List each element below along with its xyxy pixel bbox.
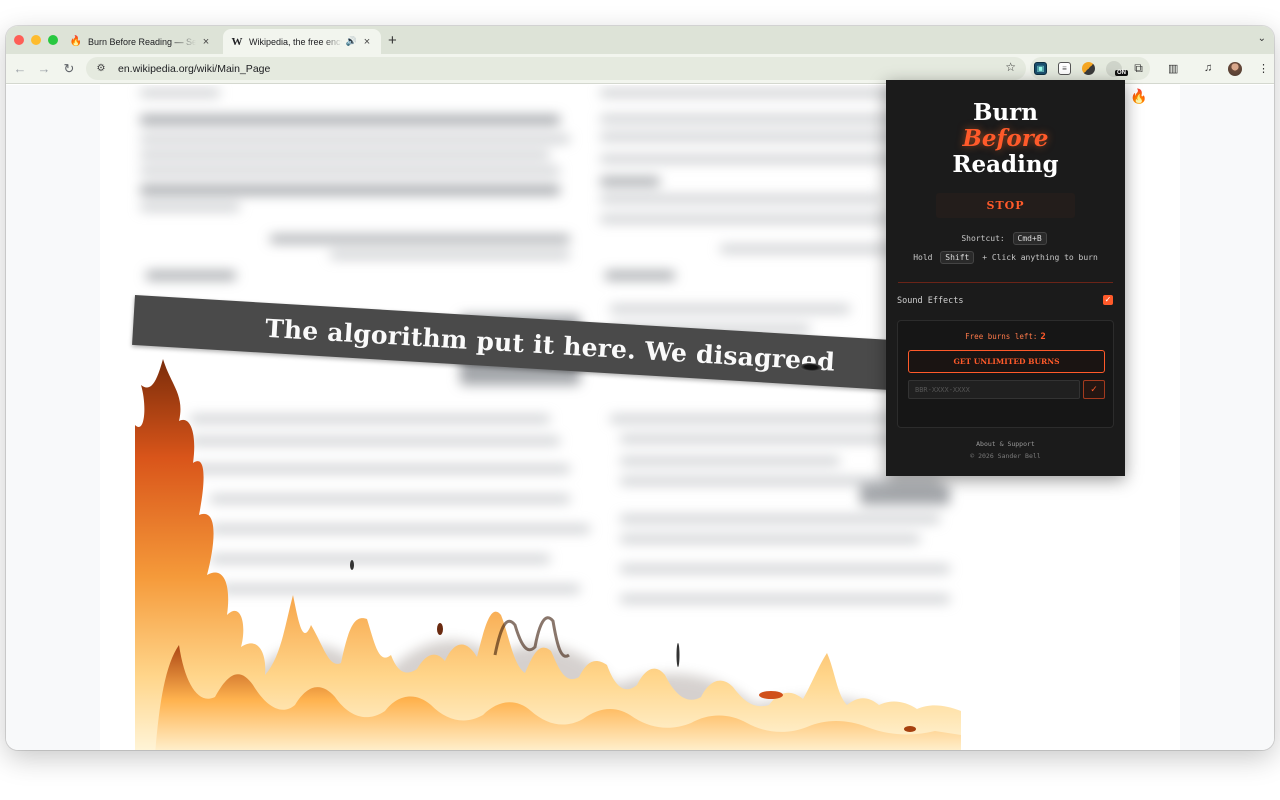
profile-avatar[interactable] xyxy=(1228,62,1242,76)
sound-effects-label: Sound Effects xyxy=(897,296,964,306)
tab-wikipedia[interactable]: W Wikipedia, the free encyclo 🔊 × xyxy=(223,29,381,54)
copyright-text: © 2026 Sander Bell xyxy=(970,452,1041,460)
new-tab-button[interactable]: + xyxy=(388,32,397,49)
extension-3-icon[interactable] xyxy=(1082,62,1095,75)
close-window-button[interactable] xyxy=(14,35,24,45)
back-arrow-icon[interactable]: ← xyxy=(12,61,28,76)
site-info-icon[interactable]: ⚙ xyxy=(94,62,108,76)
speaker-icon[interactable]: 🔊 xyxy=(346,36,357,47)
shortcut-label: Shortcut: xyxy=(961,234,1005,243)
free-burns-text: Free burns left: 2 xyxy=(898,332,1113,342)
zoom-window-button[interactable] xyxy=(48,35,58,45)
reload-icon[interactable]: ↻ xyxy=(61,61,77,77)
extension-on-badge: ON xyxy=(1115,70,1128,76)
tab-title: Wikipedia, the free encyclo xyxy=(249,36,342,47)
get-unlimited-burns-button[interactable]: GET UNLIMITED BURNS xyxy=(908,350,1105,373)
minimize-window-button[interactable] xyxy=(31,35,41,45)
forward-arrow-icon[interactable]: → xyxy=(36,61,52,76)
license-submit-button[interactable]: ✓ xyxy=(1083,380,1105,399)
media-control-icon[interactable]: ♫ xyxy=(1204,62,1212,74)
reader-extension-icon[interactable]: ≡ xyxy=(1058,62,1071,75)
reading-mode-icon[interactable]: ▥ xyxy=(1168,62,1178,75)
brand-word-burn: Burn xyxy=(972,99,1038,126)
browser-window: 🔥 Burn Before Reading — Set th × W Wikip… xyxy=(6,26,1274,750)
address-bar[interactable]: ⚙ en.wikipedia.org/wiki/Main_Page ☆ xyxy=(86,57,1026,80)
shortcut-hint: Shortcut: Cmd+B xyxy=(886,232,1125,245)
stop-button[interactable]: STOP xyxy=(936,193,1075,218)
extension-popup: Burn Before Reading STOP Shortcut: Cmd+B… xyxy=(886,80,1125,476)
sound-effects-checkbox[interactable]: ✓ xyxy=(1103,295,1113,305)
hold-hint: Hold Shift + Click anything to burn xyxy=(886,251,1125,264)
free-burns-label: Free burns left: xyxy=(965,332,1038,341)
hold-suffix: + Click anything to burn xyxy=(982,253,1098,262)
extensions-group: ▣ ≡ ON ⧉ xyxy=(1030,57,1150,80)
close-tab-icon[interactable]: × xyxy=(200,36,212,48)
hold-key: Shift xyxy=(940,251,975,264)
shortcut-key: Cmd+B xyxy=(1012,232,1047,245)
tab-burn-before-reading[interactable]: 🔥 Burn Before Reading — Set th × xyxy=(62,29,220,54)
tab-title: Burn Before Reading — Set th xyxy=(88,36,196,47)
brand-word-before: Before xyxy=(962,125,1049,152)
fire-icon: 🔥 xyxy=(69,36,83,47)
brand-logo: Burn Before Reading xyxy=(886,100,1125,178)
fire-icon: 🔥 xyxy=(1130,88,1148,104)
close-tab-icon[interactable]: × xyxy=(361,36,373,48)
about-support-link[interactable]: About & Support xyxy=(886,440,1125,448)
kebab-menu-icon[interactable]: ⋮ xyxy=(1258,62,1269,75)
burns-panel: Free burns left:2 GET UNLIMITED BURNS ✓ xyxy=(897,320,1114,428)
wikipedia-w-icon: W xyxy=(231,35,243,48)
extension-1-icon[interactable]: ▣ xyxy=(1034,62,1047,75)
brand-word-reading: Reading xyxy=(952,151,1059,178)
burning-fire-effect xyxy=(135,359,961,750)
license-key-input[interactable] xyxy=(908,380,1080,399)
hold-label: Hold xyxy=(913,253,933,262)
bookmark-star-icon[interactable]: ☆ xyxy=(1005,60,1016,74)
tab-strip: 🔥 Burn Before Reading — Set th × W Wikip… xyxy=(6,26,1274,54)
chevron-down-icon[interactable]: ⌄ xyxy=(1258,33,1266,44)
free-burns-count: 2 xyxy=(1040,332,1046,342)
divider xyxy=(898,282,1113,283)
puzzle-icon[interactable]: ⧉ xyxy=(1132,61,1145,75)
url-text[interactable]: en.wikipedia.org/wiki/Main_Page xyxy=(118,63,270,75)
